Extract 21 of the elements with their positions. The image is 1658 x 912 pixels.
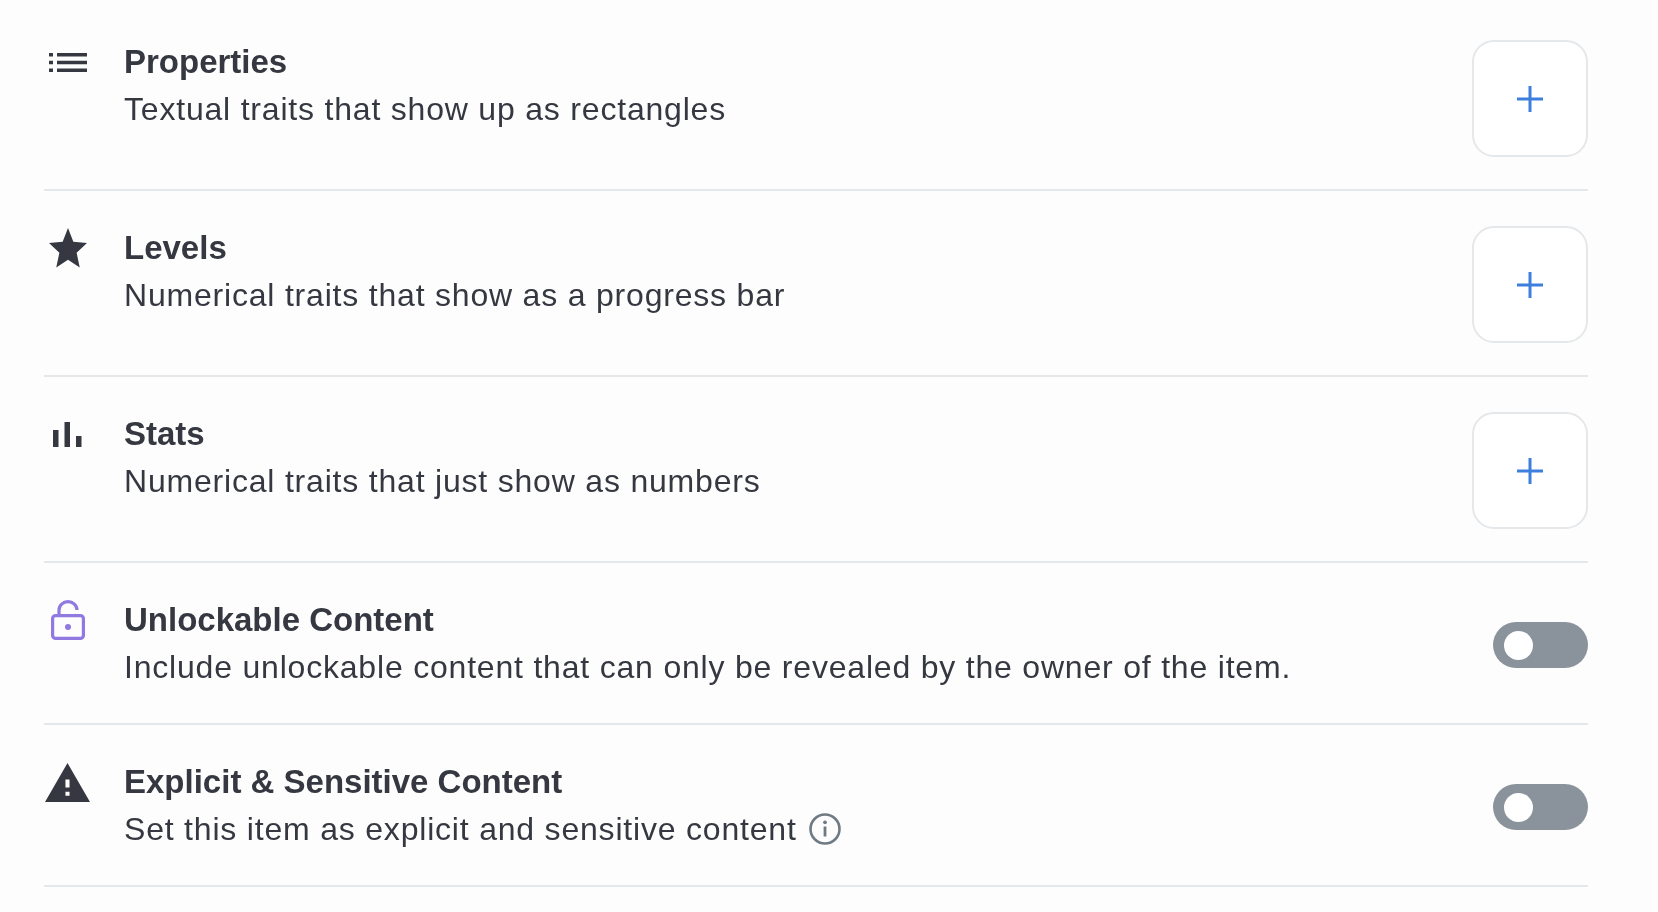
section-title: Levels — [124, 228, 227, 268]
plus-icon — [1517, 457, 1543, 484]
section-description: Include unlockable content that can only be revealed by the owner of the item. — [124, 648, 1292, 687]
section-description: Numerical traits that just show as numbers — [124, 462, 761, 501]
section-description: Textual traits that show up as rectangles — [124, 90, 726, 129]
section-title: Explicit & Sensitive Content — [124, 762, 563, 802]
section-description: Set this item as explicit and sensitive content — [124, 810, 797, 849]
plus-icon — [1517, 85, 1543, 112]
section-title: Stats — [124, 414, 205, 454]
section-description: Numerical traits that show as a progress bar — [124, 276, 786, 315]
toggle-switch[interactable] — [1493, 784, 1588, 830]
warning-icon — [45, 762, 90, 802]
info-icon[interactable] — [808, 813, 841, 845]
plus-icon — [1517, 271, 1543, 298]
bar-chart-icon — [53, 421, 82, 447]
star-icon — [49, 228, 87, 268]
toggle-switch[interactable] — [1493, 622, 1588, 668]
open-lock-icon — [51, 600, 85, 640]
section-title: Properties — [124, 42, 288, 82]
list-icon — [49, 52, 87, 72]
section-title: Unlockable Content — [124, 600, 434, 640]
